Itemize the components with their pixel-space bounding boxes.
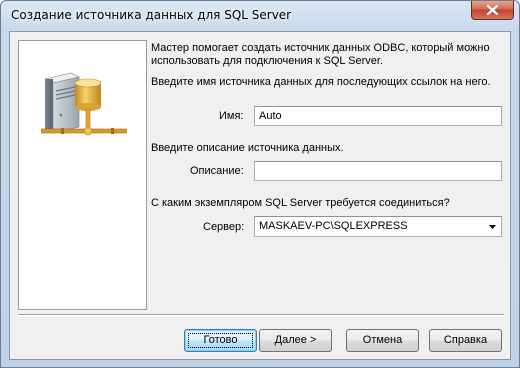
intro-text-line1: Мастер помогает создать источник данных … [151, 42, 490, 54]
title-bar[interactable]: Создание источника данных для SQL Server [1, 1, 519, 31]
next-button[interactable]: Далее > [259, 329, 332, 352]
description-input[interactable] [254, 161, 502, 181]
chevron-down-icon [489, 225, 496, 229]
description-label: Описание: [190, 165, 244, 177]
server-label: Сервер: [203, 221, 245, 233]
wizard-image-panel [18, 40, 147, 310]
server-prompt: С каким экземпляром SQL Server требуется… [151, 197, 450, 209]
close-icon [487, 5, 498, 15]
name-input[interactable]: Auto [254, 106, 502, 126]
dialog-client-area: Мастер помогает создать источник данных … [9, 31, 511, 360]
help-button[interactable]: Справка [429, 329, 502, 352]
done-button[interactable]: Готово [184, 329, 257, 352]
window-title: Создание источника данных для SQL Server [11, 8, 292, 22]
dialog-window: Создание источника данных для SQL Server [0, 0, 520, 368]
name-prompt: Введите имя источника данных для последу… [151, 76, 491, 88]
name-label: Имя: [219, 110, 244, 122]
cancel-button[interactable]: Отмена [346, 329, 419, 352]
intro-text-line2: использовать для подключения к SQL Serve… [151, 55, 384, 67]
close-button[interactable] [471, 1, 514, 20]
focus-rect [188, 333, 253, 348]
server-select-value: MASKAEV-PC\SQLEXPRESS [259, 220, 408, 232]
database-server-icon [41, 72, 127, 136]
description-prompt: Введите описание источника данных. [151, 142, 344, 154]
server-select[interactable]: MASKAEV-PC\SQLEXPRESS [254, 216, 502, 237]
cancel-button-label: Отмена [362, 334, 403, 346]
divider [18, 314, 504, 316]
next-button-label: Далее > [274, 334, 317, 346]
help-button-label: Справка [443, 334, 488, 346]
